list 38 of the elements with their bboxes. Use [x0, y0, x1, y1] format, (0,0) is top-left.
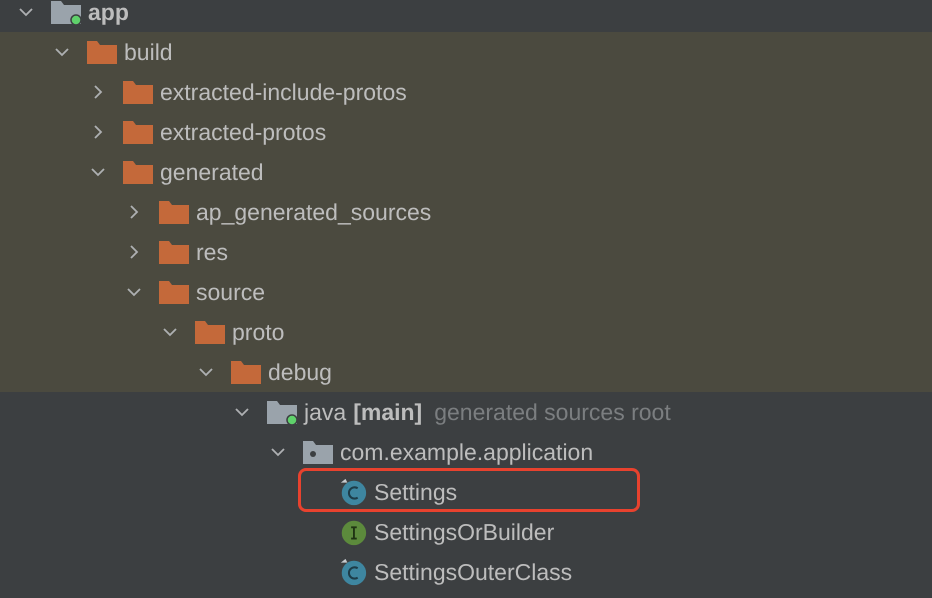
tree-row[interactable]: ap_generated_sources: [0, 192, 932, 232]
tree-item-label[interactable]: generated: [160, 158, 264, 186]
folder-icon: [158, 279, 190, 305]
folder-icon: [122, 119, 154, 145]
tree-row[interactable]: proto: [0, 312, 932, 352]
tree-item-label[interactable]: Settings: [374, 478, 458, 506]
tree-item-label[interactable]: extracted-protos: [160, 118, 326, 146]
folder-icon: [122, 79, 154, 105]
tree-row[interactable]: source: [0, 272, 932, 312]
tree-item-label[interactable]: app: [88, 0, 129, 26]
module-folder-icon: [50, 0, 82, 25]
source-set-tag: [main]: [353, 398, 422, 426]
tree-item-label[interactable]: SettingsOuterClass: [374, 558, 572, 586]
folder-icon: [122, 159, 154, 185]
tree-row[interactable]: build: [0, 32, 932, 72]
tree-row[interactable]: res: [0, 232, 932, 272]
tree-row[interactable]: generated: [0, 152, 932, 192]
tree-item-label[interactable]: java: [304, 398, 346, 426]
root-type-hint: generated sources root: [434, 398, 671, 426]
tree-item-label[interactable]: source: [196, 278, 266, 306]
folder-icon: [86, 39, 118, 65]
tree-row[interactable]: debug: [0, 352, 932, 392]
tree-item-label[interactable]: ap_generated_sources: [196, 198, 432, 226]
package-icon: [302, 439, 334, 465]
folder-icon: [194, 319, 226, 345]
tree-item-label[interactable]: com.example.application: [340, 438, 594, 466]
tree-item-label[interactable]: proto: [232, 318, 284, 346]
tree-row[interactable]: extracted-include-protos: [0, 72, 932, 112]
tree-item-label[interactable]: res: [196, 238, 228, 266]
folder-icon: [158, 239, 190, 265]
folder-icon: [230, 359, 262, 385]
module-folder-icon: [266, 399, 298, 425]
tree-item-label[interactable]: build: [124, 38, 173, 66]
folder-icon: [158, 199, 190, 225]
tree-item-label[interactable]: debug: [268, 358, 332, 386]
tree-item-label[interactable]: extracted-include-protos: [160, 78, 407, 106]
tree-row[interactable]: extracted-protos: [0, 112, 932, 152]
tree-item-label[interactable]: SettingsOrBuilder: [374, 518, 554, 546]
